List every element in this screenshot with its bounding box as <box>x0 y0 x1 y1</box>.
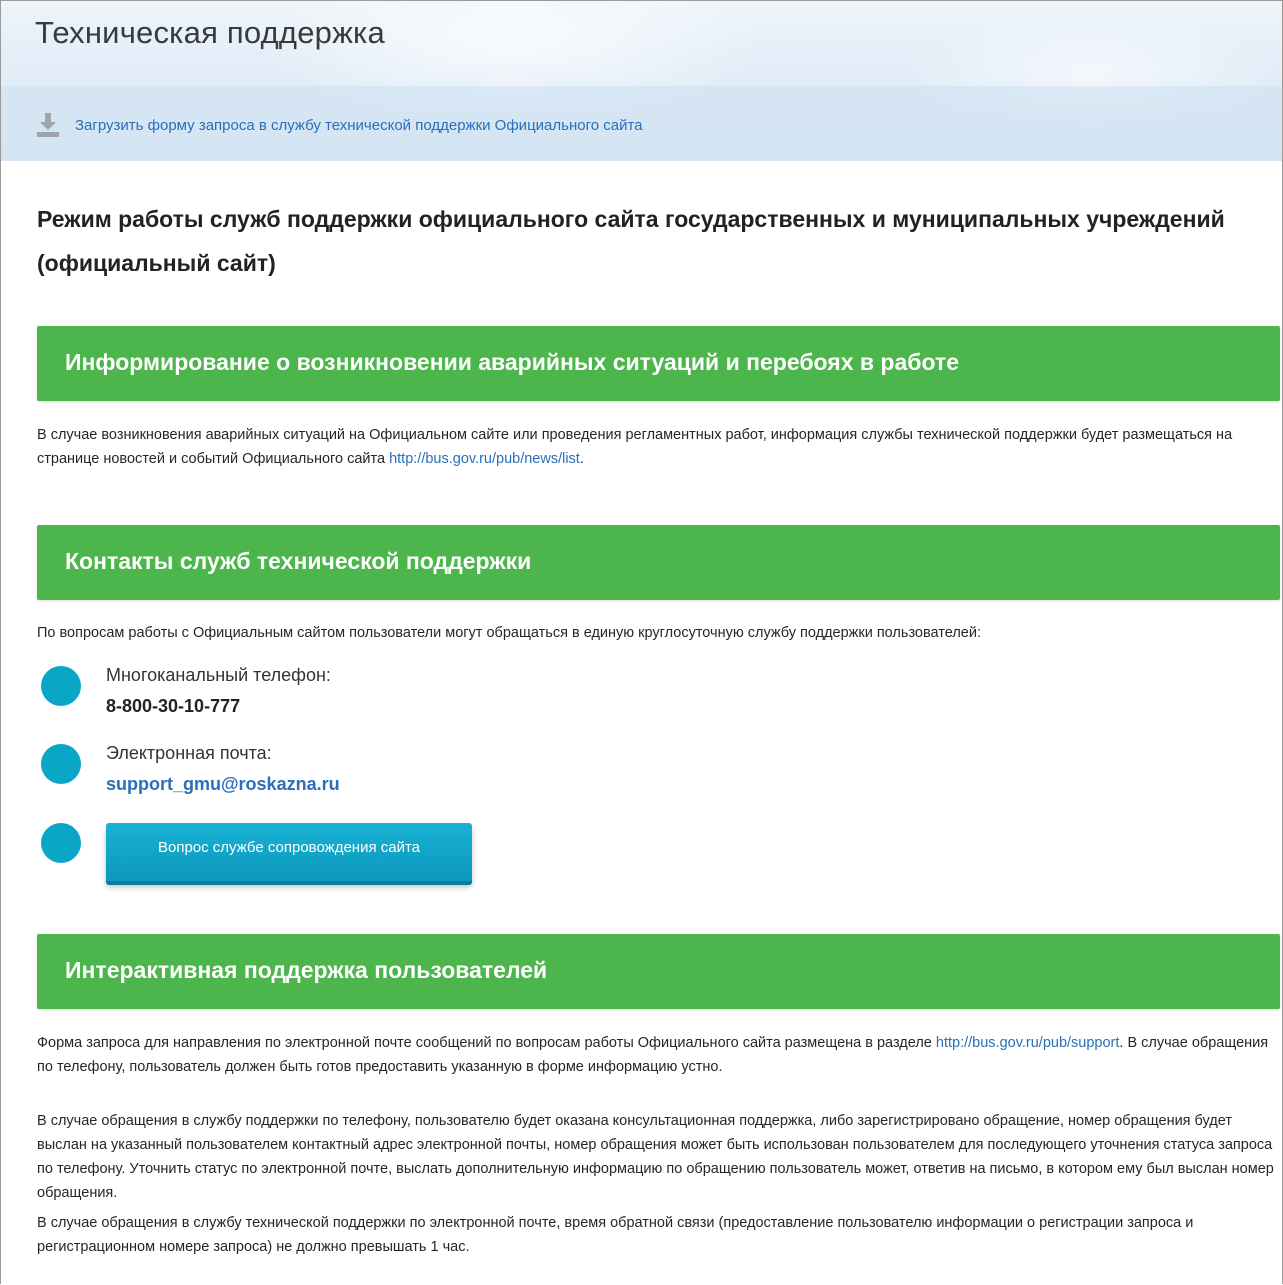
contacts-intro: По вопросам работы с Официальным сайтом … <box>37 625 981 641</box>
download-form-link[interactable]: Загрузить форму запроса в службу техниче… <box>37 113 643 137</box>
section-interactive-header: Интерактивная поддержка пользователей <box>37 934 1280 1009</box>
question-bullet-icon <box>41 823 81 863</box>
download-icon <box>37 113 59 137</box>
section-interactive-title: Интерактивная поддержка пользователей <box>65 957 548 983</box>
incidents-text-body: В случае возникновения аварийных ситуаци… <box>37 427 1233 467</box>
main-heading: Режим работы служб поддержки официальног… <box>37 206 1225 276</box>
page-header: Техническая поддержка Загрузить форму за… <box>1 1 1282 161</box>
support-page-link[interactable]: http://bus.gov.ru/pub/support <box>936 1035 1120 1051</box>
phone-label: Многоканальный телефон: <box>106 665 331 685</box>
site-support-question-button[interactable]: Вопрос службе сопровождения сайта <box>106 823 472 881</box>
section-incidents-header: Информирование о возникновении аварийных… <box>37 326 1280 401</box>
phone-value: 8-800-30-10-777 <box>106 696 241 716</box>
section-contacts-title: Контакты служб технической поддержки <box>65 548 532 574</box>
interactive-paragraph-3: В случае обращения в службу технической … <box>37 1215 1194 1255</box>
email-label: Электронная почта: <box>106 743 272 763</box>
email-link[interactable]: support_gmu@roskazna.ru <box>106 774 340 795</box>
download-form-link-label: Загрузить форму запроса в службу техниче… <box>75 116 643 134</box>
section-incidents-title: Информирование о возникновении аварийных… <box>65 349 959 375</box>
page-frame: Техническая поддержка Загрузить форму за… <box>0 0 1283 1284</box>
interactive-p1-start: Форма запроса для направления по электро… <box>37 1035 936 1051</box>
interactive-paragraph-1: Форма запроса для направления по электро… <box>37 1031 1277 1079</box>
interactive-paragraph-2: В случае обращения в службу поддержки по… <box>37 1113 1274 1201</box>
incidents-text: В случае возникновения аварийных ситуаци… <box>37 423 1277 471</box>
phone-bullet-icon <box>41 666 81 706</box>
news-list-link[interactable]: http://bus.gov.ru/pub/news/list <box>389 451 580 467</box>
email-bullet-icon <box>41 744 81 784</box>
incidents-text-end: . <box>579 451 584 467</box>
section-contacts-header: Контакты служб технической поддержки <box>37 525 1280 600</box>
page-title: Техническая поддержка <box>35 15 385 50</box>
